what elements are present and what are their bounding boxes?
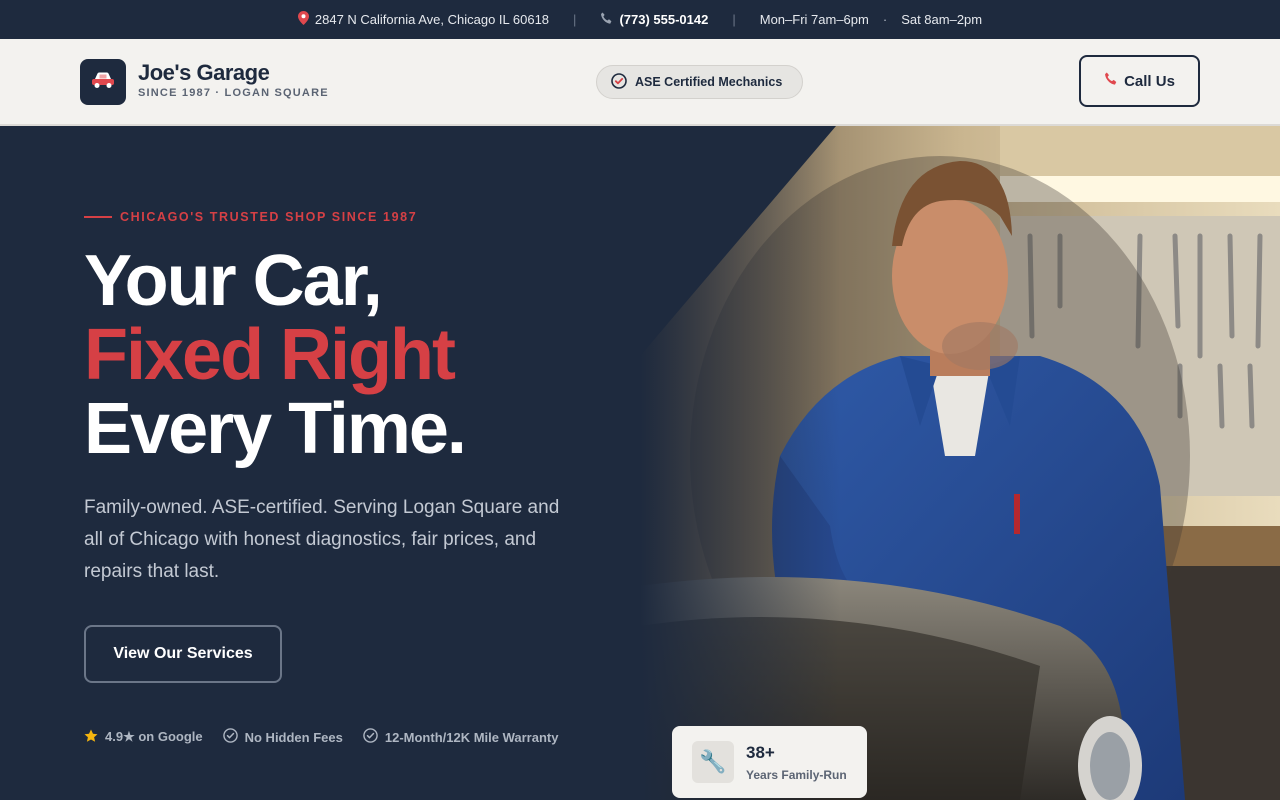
call-us-label: Call Us [1124, 72, 1175, 90]
hero-section: CHICAGO'S TRUSTED SHOP SINCE 1987 Your C… [0, 126, 1280, 800]
eyebrow-line [84, 216, 112, 218]
phone-icon [1104, 72, 1118, 90]
photo-diagonal-edge [640, 126, 836, 356]
years-stat-card: 🔧 38+ Years Family-Run [672, 726, 867, 798]
phone-item[interactable]: (773) 555-0142 [600, 12, 708, 28]
trust-item-no-fees: No Hidden Fees [222, 728, 343, 746]
hero-headline: Your Car, Fixed Right Every Time. [84, 241, 467, 469]
stat-label: Years Family-Run [746, 767, 847, 782]
headline-line-3: Every Time. [84, 389, 467, 469]
dot-separator: · [882, 12, 888, 27]
divider: | [732, 12, 736, 27]
hours-saturday: Sat 8am–2pm [901, 12, 983, 27]
trust-item-google-rating: 4.9★ on Google [84, 729, 203, 746]
map-pin-icon [297, 11, 309, 28]
headline-line-1: Your Car, [84, 241, 383, 321]
wrench-icon: 🔧 [692, 741, 734, 783]
trust-label: 4.9★ on Google [105, 729, 203, 744]
certification-badge: ASE Certified Mechanics [596, 65, 803, 99]
address-text: 2847 N California Ave, Chicago IL 60618 [314, 12, 550, 27]
trust-label: No Hidden Fees [244, 729, 343, 745]
car-icon [91, 71, 115, 94]
stat-text: 38+ Years Family-Run [746, 743, 847, 782]
brand-tagline: SINCE 1987 · LOGAN SQUARE [138, 87, 329, 99]
trust-item-warranty: 12-Month/12K Mile Warranty [363, 728, 559, 746]
stat-value: 38+ [746, 742, 775, 762]
certification-label: ASE Certified Mechanics [635, 75, 783, 89]
view-services-button[interactable]: View Our Services [84, 625, 282, 683]
phone-icon [600, 12, 613, 28]
site-header: Joe's Garage SINCE 1987 · LOGAN SQUARE A… [0, 39, 1280, 126]
check-circle-icon [363, 728, 378, 746]
hero-description: Family-owned. ASE-certified. Serving Log… [84, 497, 560, 582]
address-item: 2847 N California Ave, Chicago IL 60618 [297, 11, 550, 28]
trust-indicators: 4.9★ on Google No Hidden Fees 12-Month/1… [84, 728, 578, 746]
top-info-bar: 2847 N California Ave, Chicago IL 60618 … [0, 0, 1280, 39]
trust-label: 12-Month/12K Mile Warranty [384, 729, 559, 745]
divider: | [573, 12, 577, 27]
phone-link[interactable]: (773) 555-0142 [619, 12, 708, 27]
hours-weekday: Mon–Fri 7am–6pm [759, 12, 869, 27]
headline-line-2: Fixed Right [84, 315, 456, 395]
eyebrow-text: CHICAGO'S TRUSTED SHOP SINCE 1987 [120, 210, 418, 224]
call-us-button[interactable]: Call Us [1079, 55, 1200, 107]
hours-item: Mon–Fri 7am–6pm · Sat 8am–2pm [760, 12, 982, 27]
check-circle-icon [222, 728, 238, 746]
brand-name[interactable]: Joe's Garage [138, 60, 270, 86]
star-icon [84, 729, 98, 746]
check-circle-icon [611, 72, 627, 92]
logo[interactable] [80, 59, 126, 105]
hero-eyebrow: CHICAGO'S TRUSTED SHOP SINCE 1987 [84, 210, 417, 224]
